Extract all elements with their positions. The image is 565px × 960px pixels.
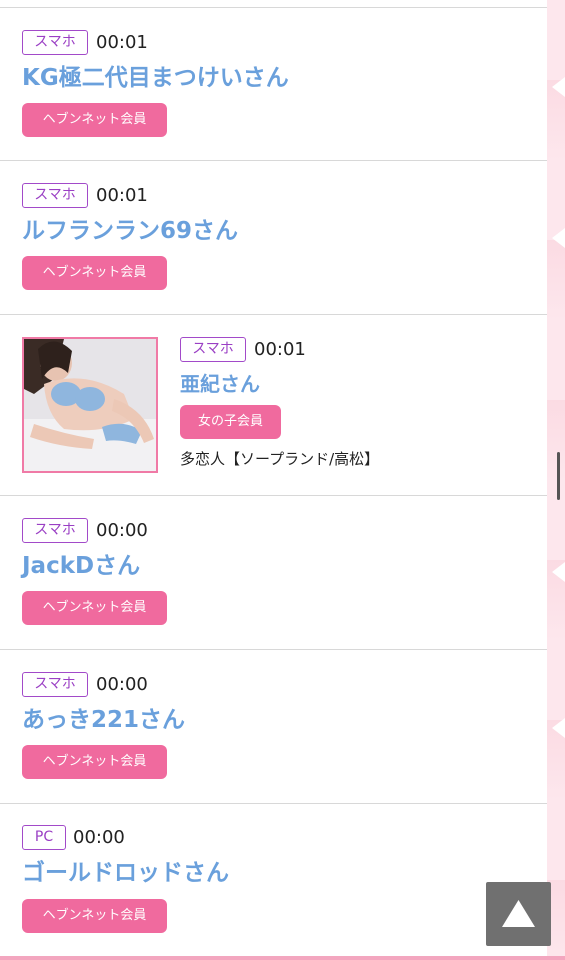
side-decoration xyxy=(547,0,565,960)
list-item: スマホ 00:01 KG極二代目まつけいさん ヘブンネット会員 xyxy=(0,8,547,161)
member-badge: ヘブンネット会員 xyxy=(22,591,167,625)
list-item: スマホ 00:00 あっき221さん ヘブンネット会員 xyxy=(0,650,547,804)
photo-image xyxy=(24,339,156,471)
bottom-border xyxy=(0,956,565,960)
device-tag: スマホ xyxy=(22,183,88,208)
member-badge: ヘブンネット会員 xyxy=(22,103,167,137)
access-time: 00:01 xyxy=(96,185,148,206)
list-item: PC 00:00 ゴールドロッドさん ヘブンネット会員 xyxy=(0,804,547,956)
access-time: 00:00 xyxy=(73,827,125,848)
shop-name[interactable]: 多恋人【ソープランド/高松】 xyxy=(180,449,379,469)
scrollbar-thumb[interactable] xyxy=(557,452,560,500)
member-badge: ヘブンネット会員 xyxy=(22,745,167,779)
user-name-link[interactable]: 亜紀さん xyxy=(180,369,260,399)
triangle-up-icon xyxy=(502,900,535,927)
member-badge: 女の子会員 xyxy=(180,405,281,439)
device-tag: PC xyxy=(22,825,66,850)
user-name-link[interactable]: あっき221さん xyxy=(22,705,185,735)
device-tag: スマホ xyxy=(22,30,88,55)
list-item: スマホ 00:00 JackDさん ヘブンネット会員 xyxy=(0,496,547,650)
side-pattern xyxy=(547,0,565,960)
device-tag: スマホ xyxy=(180,337,246,362)
access-time: 00:01 xyxy=(254,339,306,360)
list-item: スマホ 00:01 ルフランラン69さん ヘブンネット会員 xyxy=(0,161,547,315)
arrow-notch-icon xyxy=(552,228,565,248)
device-tag: スマホ xyxy=(22,518,88,543)
user-name-link[interactable]: ゴールドロッドさん xyxy=(22,858,229,888)
access-time: 00:01 xyxy=(96,32,148,53)
access-time: 00:00 xyxy=(96,674,148,695)
member-badge: ヘブンネット会員 xyxy=(22,899,167,933)
member-badge: ヘブンネット会員 xyxy=(22,256,167,290)
activity-list: スマホ 00:01 KG極二代目まつけいさん ヘブンネット会員 スマホ 00:0… xyxy=(0,0,547,960)
profile-photo[interactable] xyxy=(22,337,158,473)
list-item: スマホ 00:01 亜紀さん 女の子会員 多恋人【ソープランド/高松】 xyxy=(0,315,547,496)
arrow-notch-icon xyxy=(552,77,565,97)
arrow-notch-icon xyxy=(552,562,565,582)
arrow-notch-icon xyxy=(552,718,565,738)
user-name-link[interactable]: ルフランラン69さん xyxy=(22,216,238,246)
user-name-link[interactable]: JackDさん xyxy=(22,551,140,581)
device-tag: スマホ xyxy=(22,672,88,697)
user-name-link[interactable]: KG極二代目まつけいさん xyxy=(22,63,289,93)
scroll-to-top-button[interactable] xyxy=(486,882,551,946)
access-time: 00:00 xyxy=(96,520,148,541)
